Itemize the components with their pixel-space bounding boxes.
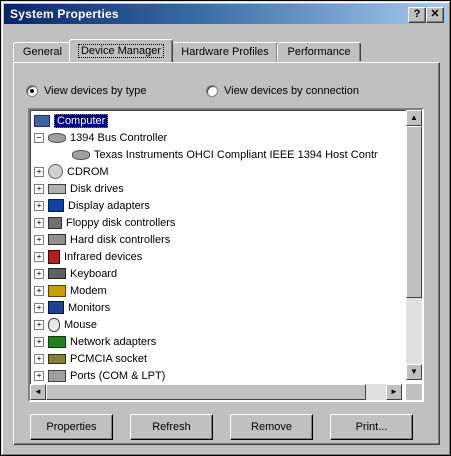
close-button[interactable]: ✕ [426, 7, 444, 23]
tree-item-cdrom[interactable]: + CDROM [34, 163, 109, 180]
infrared-icon [48, 249, 60, 264]
tree-item-label: Texas Instruments OHCI Compliant IEEE 13… [94, 148, 378, 161]
vertical-scrollbar[interactable]: ▲ ▼ [406, 110, 422, 380]
display-adapter-icon [48, 199, 64, 212]
tree-item-ti-ohci-host-controller[interactable]: Texas Instruments OHCI Compliant IEEE 13… [72, 146, 378, 163]
tree-item-hard-disk-controllers[interactable]: + Hard disk controllers [34, 231, 170, 248]
tree-item-label: Infrared devices [64, 250, 143, 263]
expand-toggle[interactable]: + [34, 183, 44, 194]
tree-item-label: Disk drives [70, 182, 124, 195]
tree-item-computer[interactable]: Computer [34, 112, 109, 129]
expand-toggle[interactable]: + [34, 302, 44, 313]
tree-item-label: Display adapters [68, 199, 150, 212]
tree-item-label: Ports (COM & LPT) [70, 369, 166, 382]
expand-toggle[interactable]: + [34, 336, 44, 347]
hard-disk-controller-icon [48, 234, 66, 245]
tree-item-label: Monitors [68, 301, 111, 314]
tree-item-label: Modem [70, 284, 107, 297]
tree-item-disk-drives[interactable]: + Disk drives [34, 180, 124, 197]
network-adapter-icon [48, 335, 66, 348]
tree-item-label: Floppy disk controllers [66, 216, 176, 229]
refresh-button[interactable]: Refresh [130, 414, 213, 440]
tab-label: General [22, 46, 63, 58]
device-tree[interactable]: Computer − 1394 Bus Controller Texas Ins… [28, 108, 424, 402]
tab-performance[interactable]: Performance [277, 42, 361, 61]
tree-item-monitors[interactable]: + Monitors [34, 299, 110, 316]
floppy-controller-icon [48, 216, 62, 229]
tree-item-ports[interactable]: + Ports (COM & LPT) [34, 367, 165, 384]
radio-label: View devices by type [44, 85, 147, 97]
tree-item-label: Hard disk controllers [70, 233, 171, 246]
scroll-down-button[interactable]: ▼ [406, 364, 422, 380]
scroll-right-button[interactable]: ► [386, 384, 402, 400]
expand-toggle[interactable]: + [34, 268, 44, 279]
scroll-left-button[interactable]: ◄ [30, 384, 46, 400]
tree-item-label: Mouse [64, 318, 98, 331]
collapse-toggle[interactable]: − [34, 132, 44, 143]
title-bar[interactable]: System Properties ? ✕ [4, 4, 447, 24]
properties-button[interactable]: Properties [30, 414, 113, 440]
tree-item-mouse[interactable]: + Mouse [34, 316, 97, 333]
expand-toggle[interactable]: + [34, 370, 44, 381]
radio-selected-icon [26, 85, 38, 97]
view-by-type-radio[interactable]: View devices by type [26, 83, 147, 99]
help-button[interactable]: ? [408, 7, 426, 23]
tree-item-label: Keyboard [70, 267, 118, 280]
tree-item-infrared-devices[interactable]: + Infrared devices [34, 248, 142, 265]
tab-label: Device Manager [77, 44, 165, 58]
tree-item-keyboard[interactable]: + Keyboard [34, 265, 117, 282]
mouse-icon [48, 317, 60, 332]
view-by-connection-radio[interactable]: View devices by connection [206, 83, 359, 99]
tab-label: Performance [287, 46, 351, 58]
tab-hardware-profiles[interactable]: Hardware Profiles [172, 42, 278, 61]
tree-item-label: CDROM [67, 165, 109, 178]
expand-toggle[interactable]: + [34, 285, 44, 296]
tree-item-label: 1394 Bus Controller [70, 131, 168, 144]
tree-item-pcmcia-socket[interactable]: + PCMCIA socket [34, 350, 147, 367]
computer-icon [34, 114, 50, 127]
print-button[interactable]: Print... [330, 414, 413, 440]
window-title: System Properties [10, 7, 119, 21]
tab-general[interactable]: General [13, 42, 72, 61]
keyboard-icon [48, 268, 66, 279]
pcmcia-icon [48, 353, 66, 364]
tree-item-floppy-disk-controllers[interactable]: + Floppy disk controllers [34, 214, 175, 231]
scroll-up-button[interactable]: ▲ [406, 110, 422, 126]
radio-label: View devices by connection [224, 85, 359, 97]
cdrom-icon [48, 164, 63, 179]
tree-item-1394-bus-controller[interactable]: − 1394 Bus Controller [34, 129, 167, 146]
tree-item-label: Computer [54, 113, 109, 128]
monitor-icon [48, 301, 64, 314]
remove-button[interactable]: Remove [230, 414, 313, 440]
vertical-scroll-thumb[interactable] [406, 126, 422, 298]
disk-drive-icon [48, 183, 66, 194]
tab-label: Hardware Profiles [181, 46, 269, 58]
bus-controller-icon [72, 149, 90, 160]
tree-item-network-adapters[interactable]: + Network adapters [34, 333, 156, 350]
scroll-corner [406, 384, 422, 400]
tab-device-manager[interactable]: Device Manager [69, 39, 173, 62]
radio-unselected-icon [206, 85, 218, 97]
expand-toggle[interactable]: + [34, 166, 44, 177]
bus-controller-icon [48, 132, 66, 143]
expand-toggle[interactable]: + [34, 319, 44, 330]
expand-toggle[interactable]: + [34, 217, 44, 228]
horizontal-scrollbar[interactable]: ◄ ► [30, 384, 402, 400]
horizontal-scroll-thumb[interactable] [46, 384, 366, 400]
expand-toggle[interactable]: + [34, 353, 44, 364]
expand-toggle[interactable]: + [34, 200, 44, 211]
device-manager-panel: View devices by type View devices by con… [13, 62, 440, 445]
tree-item-label: PCMCIA socket [70, 352, 148, 365]
tree-item-label: Network adapters [70, 335, 157, 348]
tree-item-modem[interactable]: + Modem [34, 282, 107, 299]
tree-item-display-adapters[interactable]: + Display adapters [34, 197, 150, 214]
system-properties-window: System Properties ? ✕ General Device Man… [0, 0, 451, 456]
expand-toggle[interactable]: + [34, 234, 44, 245]
ports-icon [48, 369, 66, 382]
modem-icon [48, 284, 66, 297]
expand-toggle[interactable]: + [34, 251, 44, 262]
